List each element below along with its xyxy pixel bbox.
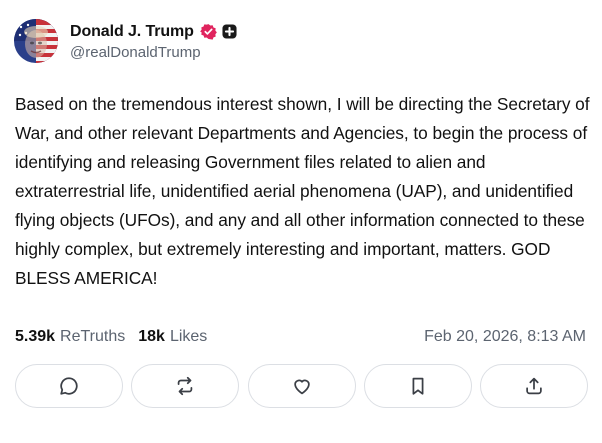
share-icon xyxy=(526,377,542,395)
post-meta: 5.39k ReTruths 18k Likes Feb 20, 2026, 8… xyxy=(15,326,586,348)
author-identity: Donald J. Trump @realDonaldTrump xyxy=(70,22,237,61)
bookmark-icon xyxy=(412,377,424,395)
post-stats: 5.39k ReTruths 18k Likes xyxy=(15,328,207,346)
author-handle[interactable]: @realDonaldTrump xyxy=(70,44,237,61)
post-body: Based on the tremendous interest shown, … xyxy=(15,94,590,288)
truth-post: Donald J. Trump @realDonaldTrump Based o… xyxy=(0,0,602,443)
retruths-stat[interactable]: 5.39k ReTruths xyxy=(15,328,125,346)
display-name[interactable]: Donald J. Trump xyxy=(70,23,194,41)
verified-badge-icon xyxy=(200,23,217,40)
comment-icon xyxy=(60,377,78,395)
share-button[interactable] xyxy=(480,364,588,408)
heart-icon xyxy=(293,379,310,395)
retruth-button[interactable] xyxy=(131,364,240,408)
retruths-count: 5.39k xyxy=(15,328,56,345)
likes-count: 18k xyxy=(138,328,165,345)
action-bar xyxy=(15,364,588,408)
like-button[interactable] xyxy=(247,364,356,408)
plus-badge-icon xyxy=(222,24,237,39)
likes-stat[interactable]: 18k Likes xyxy=(138,328,207,346)
likes-label: Likes xyxy=(169,328,208,345)
repost-icon xyxy=(177,376,193,396)
bookmark-button[interactable] xyxy=(363,364,472,408)
post-header: Donald J. Trump @realDonaldTrump xyxy=(14,17,237,65)
avatar-image xyxy=(14,19,58,63)
reply-button[interactable] xyxy=(15,364,123,408)
avatar[interactable] xyxy=(14,19,58,63)
name-row: Donald J. Trump xyxy=(70,22,237,42)
retruths-label: ReTruths xyxy=(60,328,126,345)
post-timestamp[interactable]: Feb 20, 2026, 8:13 AM xyxy=(424,328,586,346)
